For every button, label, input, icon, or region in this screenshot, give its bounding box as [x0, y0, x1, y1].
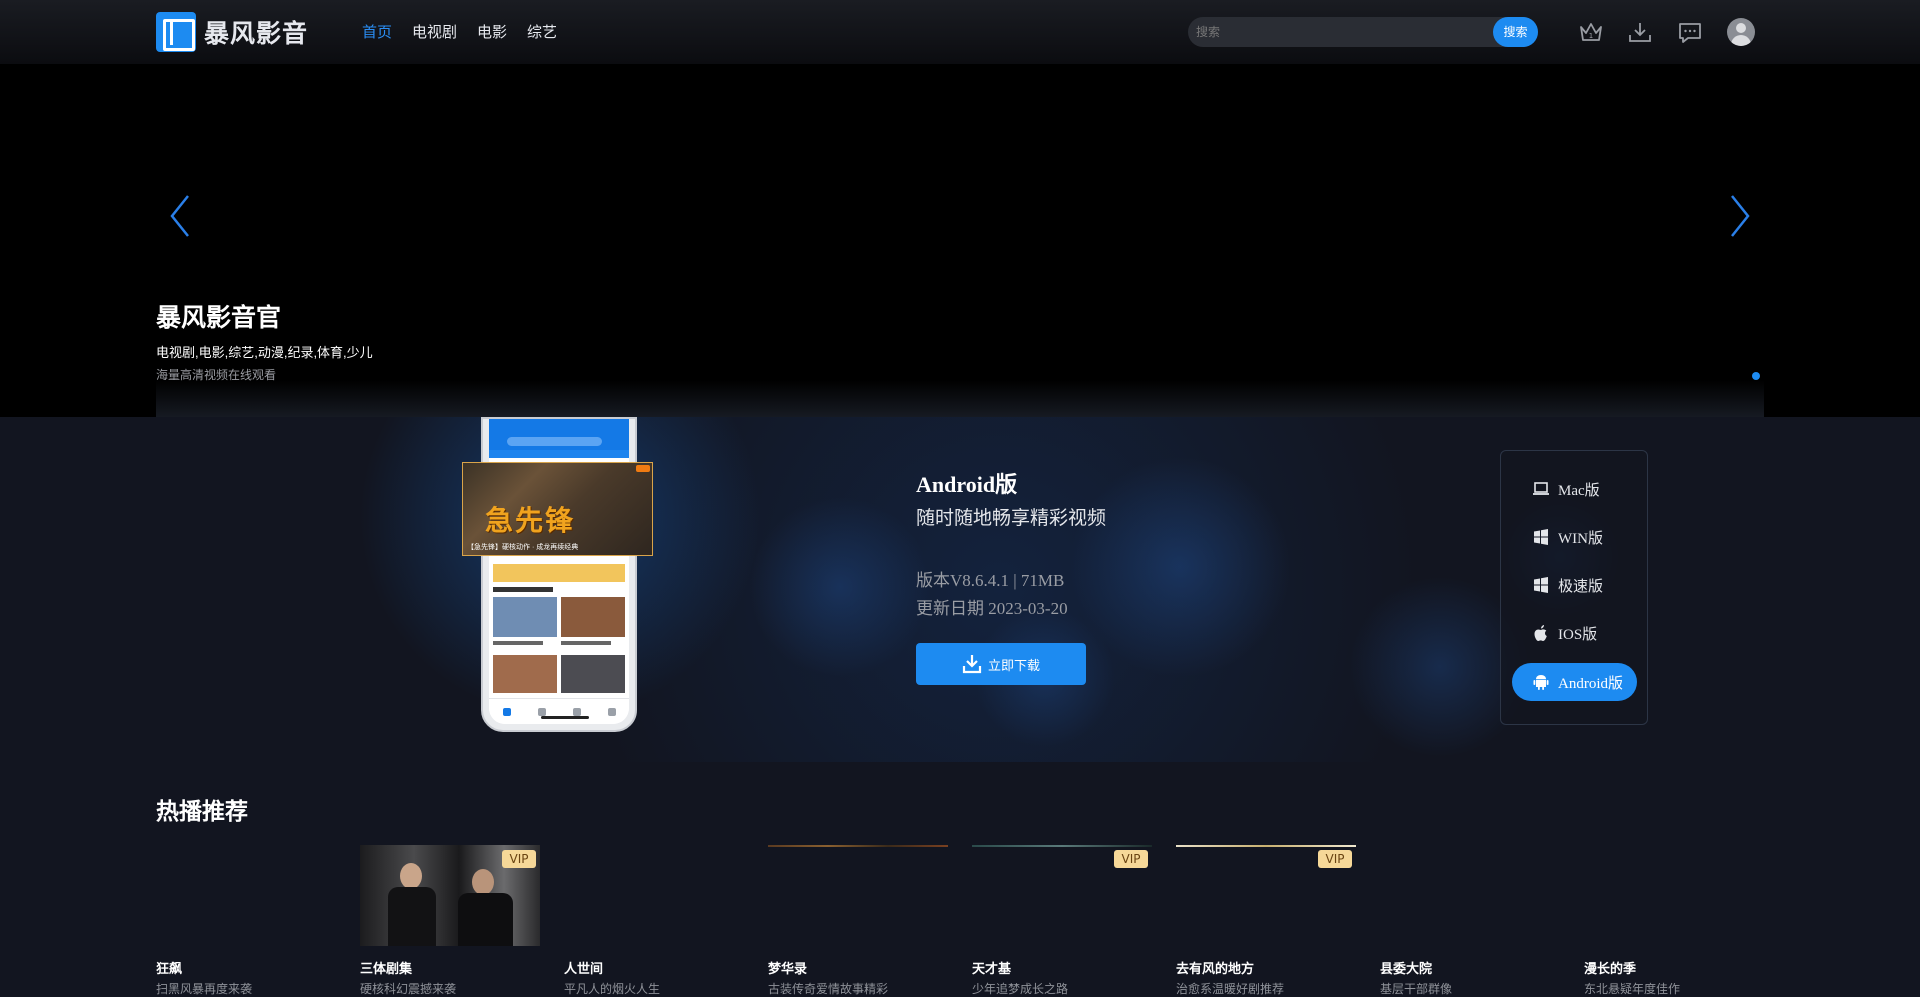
- platform-label: Mac版: [1558, 482, 1600, 499]
- video-title[interactable]: 人世间: [564, 958, 603, 977]
- video-title[interactable]: 县委大院: [1380, 958, 1432, 977]
- video-card[interactable]: VIP 三体剧集 硬核科幻震撼来袭: [360, 845, 540, 996]
- platform-label: IOS版: [1558, 626, 1598, 643]
- poster-title: 急先锋: [485, 504, 576, 537]
- platform-win[interactable]: WIN版: [1512, 518, 1637, 556]
- phone-tabbar: [489, 698, 629, 724]
- banner-next-arrow-icon[interactable]: [1724, 192, 1754, 240]
- video-desc: 平凡人的烟火人生: [564, 982, 661, 996]
- avatar[interactable]: [1727, 18, 1755, 46]
- video-card[interactable]: VIP 天才基 少年追梦成长之路: [972, 845, 1152, 996]
- platform-label: Android版: [1558, 675, 1623, 692]
- video-card[interactable]: 县委大院 基层干部群像: [1380, 845, 1560, 996]
- video-thumbnail[interactable]: [1380, 845, 1560, 946]
- hero-banner: [0, 64, 1920, 417]
- site-logo[interactable]: 暴风影音: [156, 12, 308, 52]
- nav-item-movie[interactable]: 电影: [477, 21, 507, 42]
- video-thumbnail[interactable]: [1584, 845, 1764, 946]
- video-desc: 东北悬疑年度佳作: [1584, 982, 1681, 996]
- video-thumbnail[interactable]: VIP: [1176, 845, 1356, 946]
- video-title[interactable]: 去有风的地方: [1176, 958, 1254, 977]
- video-thumbnail[interactable]: VIP: [972, 845, 1152, 946]
- vip-badge: VIP: [502, 850, 536, 868]
- banner-gradient: [156, 380, 1764, 417]
- video-thumbnail[interactable]: VIP: [360, 845, 540, 946]
- banner-pager-dot[interactable]: [1752, 372, 1760, 380]
- video-desc: 扫黑风暴再度来袭: [156, 982, 253, 996]
- platform-mac[interactable]: Mac版: [1512, 470, 1637, 508]
- video-desc: 治愈系温暖好剧推荐: [1176, 982, 1285, 996]
- search-input[interactable]: [1196, 22, 1476, 42]
- video-desc: 古装传奇爱情故事精彩: [768, 982, 889, 996]
- video-card[interactable]: 梦华录 古装传奇爱情故事精彩: [768, 845, 948, 996]
- vip-badge: VIP: [1114, 850, 1148, 868]
- platform-list: Mac版 WIN版 极速版 IOS版 Android版: [1500, 450, 1648, 725]
- banner-prev-arrow-icon[interactable]: [166, 192, 196, 240]
- search-button[interactable]: 搜索: [1493, 17, 1538, 47]
- vip-crown-icon[interactable]: 1: [1578, 20, 1604, 44]
- platform-label: 极速版: [1558, 578, 1604, 595]
- message-icon[interactable]: [1677, 20, 1703, 44]
- download-button-label: 立即下载: [987, 657, 1040, 673]
- download-button[interactable]: 立即下载: [916, 643, 1086, 685]
- logo-text: 暴风影音: [204, 20, 309, 48]
- video-title[interactable]: 梦华录: [768, 958, 807, 977]
- nav-item-home[interactable]: 首页: [362, 21, 392, 42]
- platform-lite[interactable]: 极速版: [1512, 566, 1637, 604]
- svg-text:1: 1: [1589, 32, 1593, 40]
- download-subtitle: 随时随地畅享精彩视频: [916, 508, 1107, 529]
- video-title[interactable]: 狂飙: [156, 958, 182, 977]
- video-desc: 少年追梦成长之路: [972, 982, 1069, 996]
- download-icon: [962, 655, 982, 674]
- vip-badge: VIP: [1318, 850, 1352, 868]
- version-info: 版本V8.6.4.1 | 71MB: [916, 571, 1065, 590]
- video-desc: 硬核科幻震撼来袭: [360, 982, 457, 996]
- video-title[interactable]: 漫长的季: [1584, 958, 1636, 977]
- platform-android[interactable]: Android版: [1512, 663, 1637, 701]
- poster-image: 急先锋 【急先锋】硬核动作 · 成龙再续经典: [462, 462, 653, 556]
- video-card[interactable]: 人世间 平凡人的烟火人生: [564, 845, 744, 996]
- video-title[interactable]: 三体剧集: [360, 958, 412, 977]
- android-icon: [1533, 675, 1549, 690]
- video-card[interactable]: VIP 去有风的地方 治愈系温暖好剧推荐: [1176, 845, 1356, 996]
- apple-icon: [1534, 625, 1547, 641]
- section-title-hot: 热播推荐: [156, 799, 248, 824]
- top-header: 暴风影音 首页 电视剧 电影 综艺 搜索 1: [0, 0, 1920, 64]
- logo-icon: [156, 12, 196, 52]
- video-title[interactable]: 天才基: [972, 958, 1011, 977]
- windows-icon: [1534, 529, 1548, 545]
- banner-tags: 电视剧,电影,综艺,动漫,纪录,体育,少儿: [156, 345, 373, 360]
- video-card[interactable]: 狂飙 扫黑风暴再度来袭: [156, 845, 336, 996]
- download-title: Android版: [916, 472, 1018, 497]
- video-thumbnail[interactable]: [156, 845, 336, 946]
- poster-caption: 【急先锋】硬核动作 · 成龙再续经典: [467, 544, 579, 551]
- video-desc: 基层干部群像: [1380, 982, 1453, 996]
- laptop-icon: [1533, 482, 1549, 495]
- platform-label: WIN版: [1558, 530, 1603, 547]
- video-card[interactable]: 漫长的季 东北悬疑年度佳作: [1584, 845, 1764, 996]
- nav-item-variety[interactable]: 综艺: [527, 21, 557, 42]
- download-icon[interactable]: [1627, 20, 1653, 44]
- platform-ios[interactable]: IOS版: [1512, 614, 1637, 652]
- banner-desc: 海量高清视频在线观看: [156, 368, 277, 382]
- update-date: 更新日期 2023-03-20: [916, 599, 1068, 618]
- banner-title[interactable]: 暴风影音官: [156, 298, 281, 334]
- search-box: 搜索: [1188, 17, 1538, 47]
- video-thumbnail[interactable]: [564, 845, 744, 946]
- app-download-section: 急先锋 【急先锋】硬核动作 · 成龙再续经典 Android版 随时随地畅享精彩…: [0, 417, 1920, 762]
- nav-item-tv[interactable]: 电视剧: [412, 21, 457, 42]
- vip-badge-icon: [636, 465, 650, 472]
- main-nav: 首页 电视剧 电影 综艺: [362, 21, 557, 42]
- windows-icon: [1534, 577, 1548, 593]
- video-thumbnail[interactable]: [768, 845, 948, 946]
